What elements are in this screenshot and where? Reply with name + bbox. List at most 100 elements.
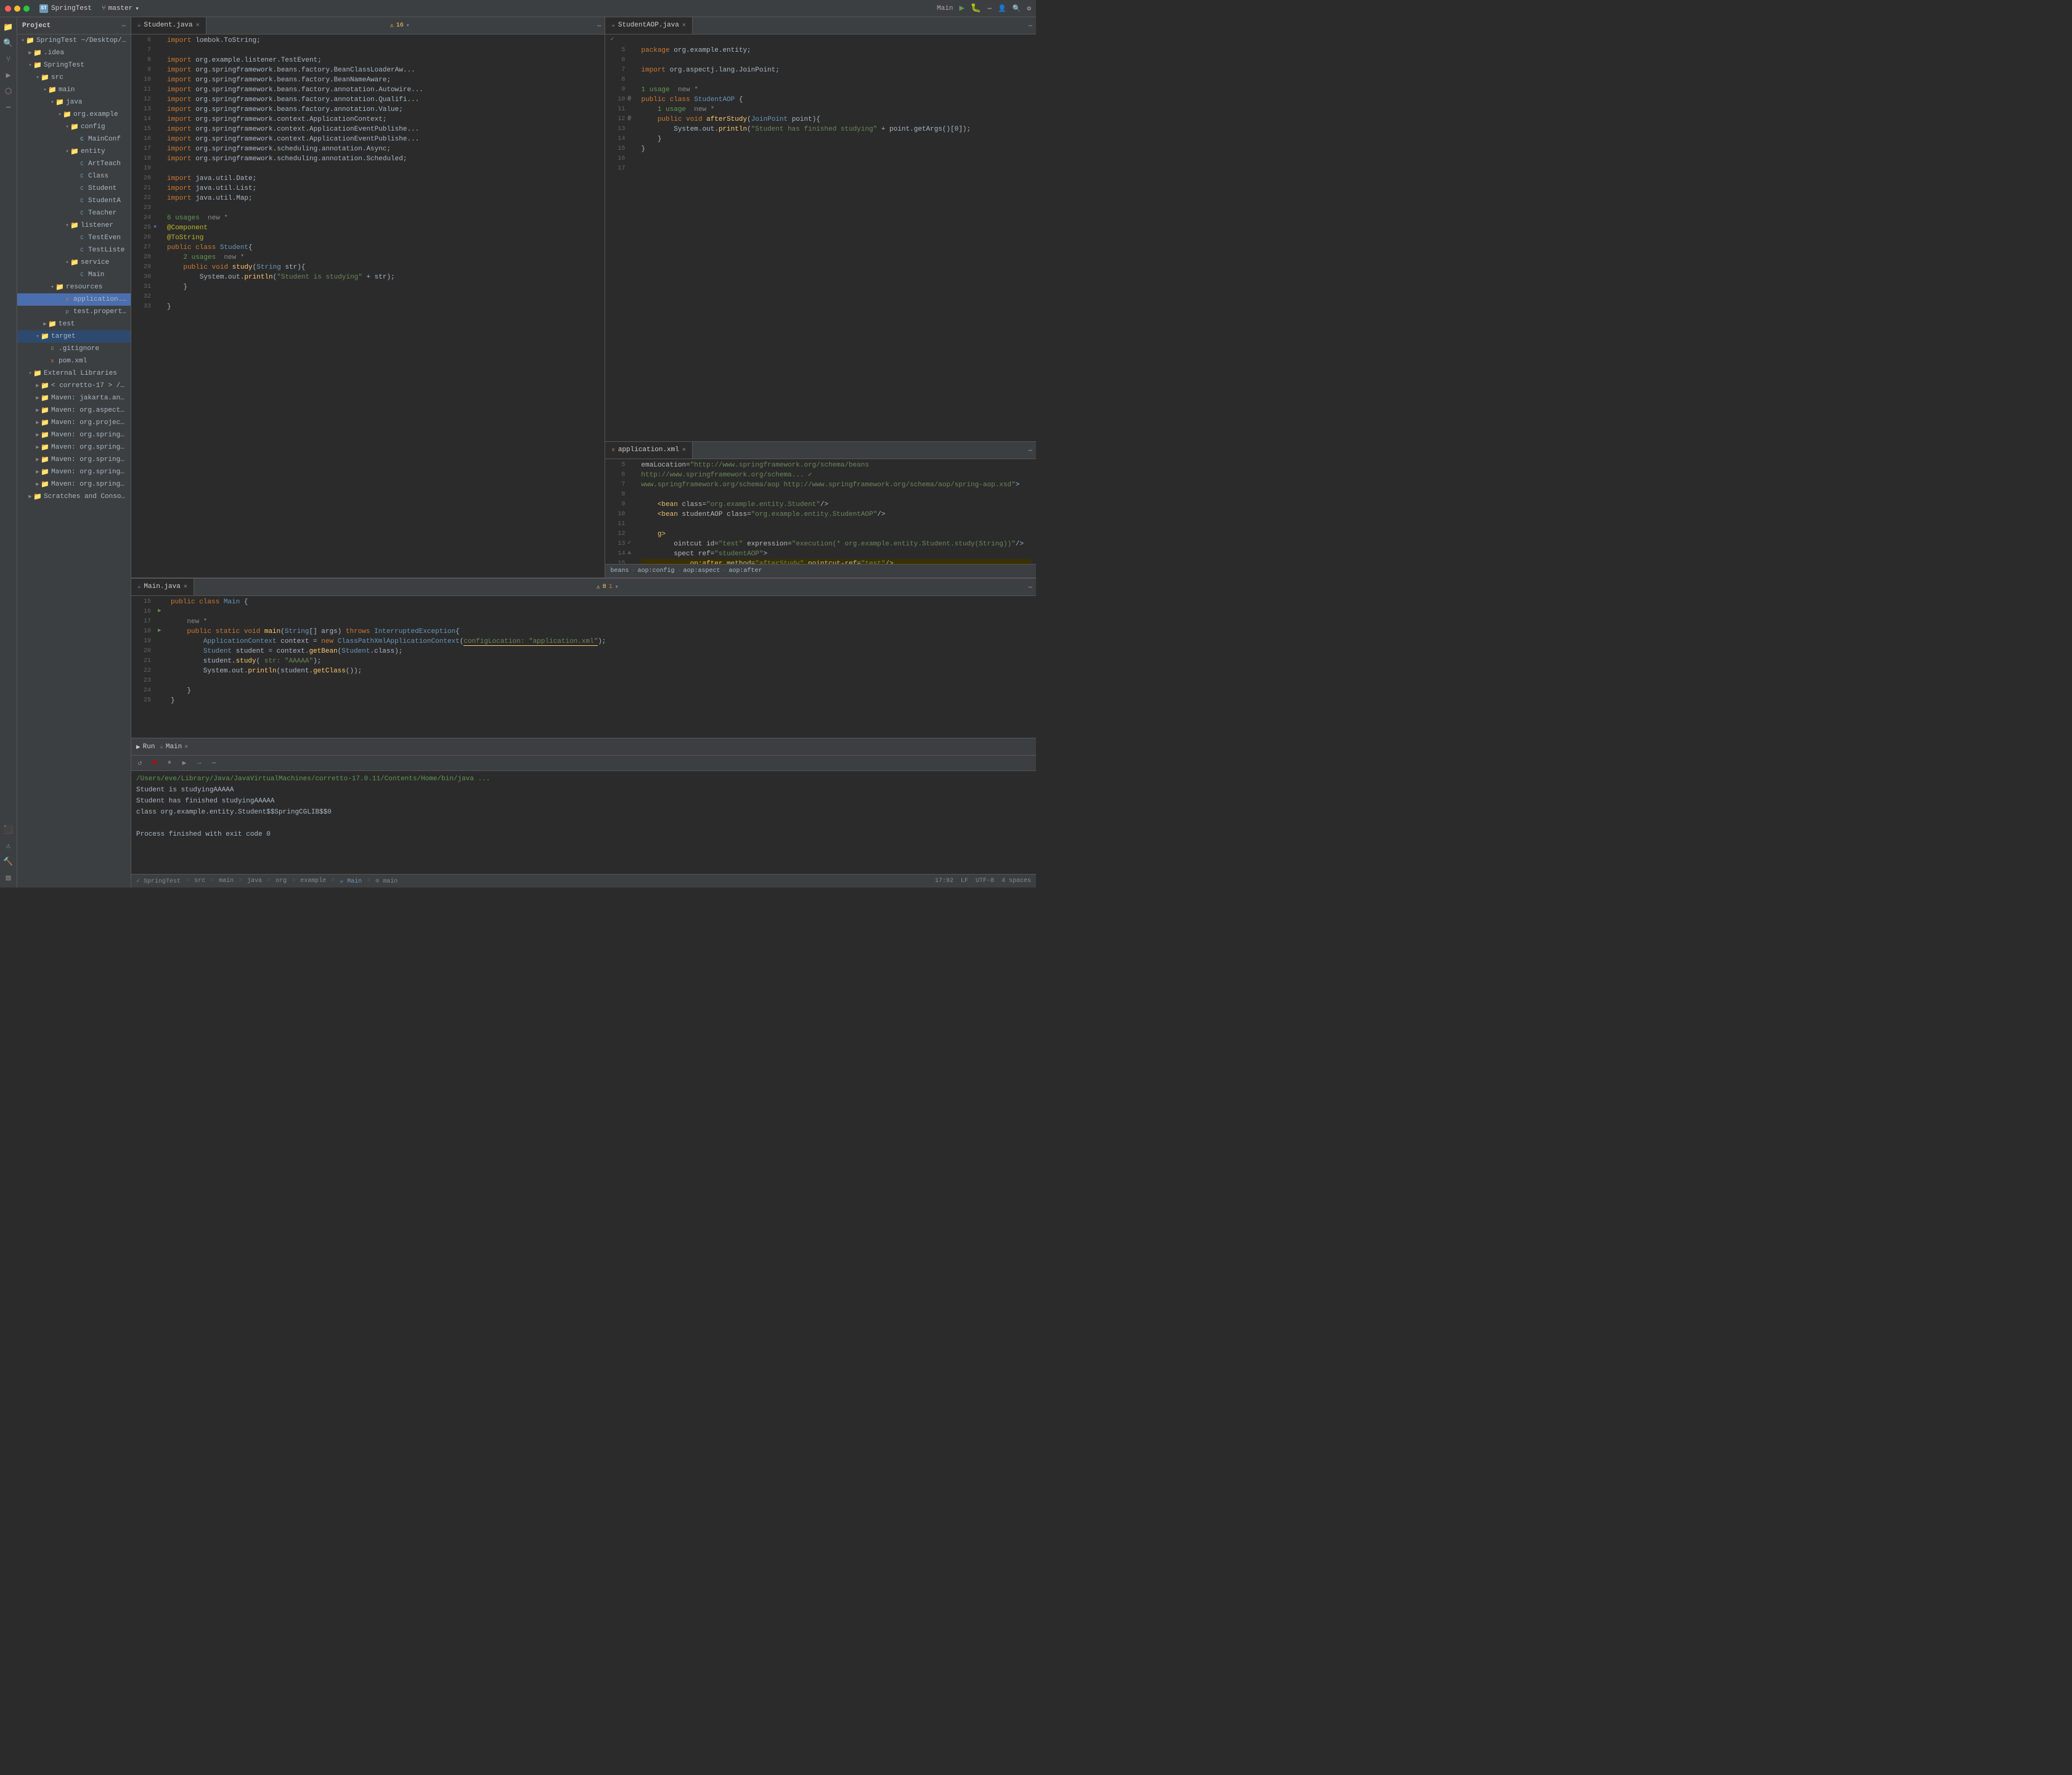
sidebar-item-entity[interactable]: ▾ 📁 entity: [17, 145, 131, 158]
student-aop-editor[interactable]: 56789 1011121314 151617 @ @: [605, 44, 1036, 441]
editor-menu-button[interactable]: ⋯: [1024, 22, 1036, 30]
sidebar-item-corretto[interactable]: ▶ 📁 < corretto-17 > /Users/e: [17, 380, 131, 392]
sidebar-item-test[interactable]: ▶ 📁 test: [17, 318, 131, 330]
breadcrumb-aop-config[interactable]: aop:config: [637, 568, 674, 574]
run-icon[interactable]: ▶: [1, 68, 16, 83]
tab-close-button[interactable]: ✕: [196, 22, 200, 29]
sidebar-item-config[interactable]: ▾ 📁 config: [17, 121, 131, 133]
vcs-icon[interactable]: ⑂: [1, 52, 16, 67]
breadcrumb-class[interactable]: ☕ Main: [340, 878, 362, 885]
sidebar-item-mainconf[interactable]: ▶ C MainConf: [17, 133, 131, 145]
breadcrumb-method[interactable]: ⊙ main: [375, 878, 398, 885]
sidebar-item-teacher[interactable]: ▶ C Teacher: [17, 207, 131, 219]
sidebar-item-testeven[interactable]: ▶ C TestEven: [17, 232, 131, 244]
close-button[interactable]: [5, 6, 11, 12]
main-java-editor[interactable]: 1516171819 202122232425 ▶ ▶ public class…: [131, 596, 1036, 738]
search-icon[interactable]: 🔍: [1013, 4, 1021, 13]
tab-close-button[interactable]: ✕: [682, 446, 686, 454]
sidebar-item-testliste[interactable]: ▶ C TestListe: [17, 244, 131, 256]
breadcrumb-beans[interactable]: beans: [610, 568, 629, 574]
breadcrumb-java[interactable]: java: [247, 878, 262, 884]
pause-button[interactable]: ⏸: [163, 757, 176, 769]
sidebar-item-maven-lombok[interactable]: ▶ 📁 Maven: org.projectlombo: [17, 417, 131, 429]
minimize-button[interactable]: [14, 6, 20, 12]
sidebar-item-gitignore[interactable]: ▶ G .gitignore: [17, 343, 131, 355]
debug-icon[interactable]: ⬡: [1, 84, 16, 99]
breadcrumb-example[interactable]: example: [300, 878, 326, 884]
settings-icon[interactable]: ⚙: [1027, 4, 1031, 13]
sidebar-item-target[interactable]: ▾ 📁 target: [17, 330, 131, 343]
find-icon[interactable]: 🔍: [1, 36, 16, 51]
sidebar-item-external-libraries[interactable]: ▾ 📁 External Libraries: [17, 367, 131, 380]
sidebar-item-java[interactable]: ▾ 📁 java: [17, 96, 131, 108]
sidebar-item-maven-spring5[interactable]: ▶ 📁 Maven: org.springframew: [17, 478, 131, 491]
sidebar-item-scratches[interactable]: ▶ 📁 Scratches and Consoles: [17, 491, 131, 503]
step-over-button[interactable]: →: [193, 757, 205, 769]
breadcrumb-aop-aspect[interactable]: aop:aspect: [683, 568, 720, 574]
tab-close-button[interactable]: ✕: [682, 22, 686, 29]
sidebar-item-src[interactable]: ▾ 📁 src: [17, 71, 131, 84]
resume-button[interactable]: ▶: [178, 757, 190, 769]
sidebar-item-application-xml[interactable]: ▶ x application.xml: [17, 293, 131, 306]
more-tools-icon[interactable]: ⋯: [1, 100, 16, 115]
sidebar-item-test-properties[interactable]: ▶ p test.properties: [17, 306, 131, 318]
restart-button[interactable]: ↺: [134, 757, 146, 769]
maximize-button[interactable]: [23, 6, 30, 12]
breadcrumb-main[interactable]: main: [219, 878, 234, 884]
student-aop-code[interactable]: package org.example.entity; import org.a…: [636, 44, 1036, 441]
project-icon[interactable]: 📁: [1, 20, 16, 35]
more-button[interactable]: ⋯: [208, 757, 220, 769]
debug-button[interactable]: 🐛: [971, 3, 981, 14]
sidebar-item-service-main[interactable]: ▶ C Main: [17, 269, 131, 281]
tab-application-xml[interactable]: x application.xml ✕: [605, 442, 692, 459]
expand-warnings-icon[interactable]: ▾: [406, 22, 410, 30]
build-icon[interactable]: 🔨: [1, 854, 16, 869]
sidebar-item-maven-aspectj[interactable]: ▶ 📁 Maven: org.aspectj:aspe: [17, 404, 131, 417]
tab-close-button[interactable]: ✕: [184, 743, 188, 751]
bottom-panel-icon[interactable]: ▤: [1, 870, 16, 885]
breadcrumb-aop-after[interactable]: aop:after: [729, 568, 762, 574]
sidebar-menu-icon[interactable]: ⋯: [121, 22, 126, 30]
editor-menu-button[interactable]: ⋯: [593, 22, 605, 30]
sidebar-item-maven-jakarta[interactable]: ▶ 📁 Maven: jakarta.annotatio: [17, 392, 131, 404]
more-button[interactable]: ⋯: [987, 4, 992, 13]
tab-student-java[interactable]: ☕ Student.java ✕: [131, 17, 206, 35]
breadcrumb-org[interactable]: org: [275, 878, 287, 884]
main-java-code[interactable]: public class Main { new * public static …: [166, 596, 1036, 738]
run-config-tab[interactable]: ☕ Main ✕: [160, 743, 188, 751]
run-button[interactable]: ▶: [959, 3, 964, 14]
tab-main-java[interactable]: ☕ Main.java ✕: [131, 579, 194, 596]
sidebar-item-org-example[interactable]: ▾ 📁 org.example: [17, 108, 131, 121]
account-icon[interactable]: 👤: [998, 4, 1006, 13]
sidebar-item-studentaop[interactable]: ▶ C StudentA: [17, 195, 131, 207]
expand-icon[interactable]: ▾: [615, 584, 619, 591]
sidebar-item-resources[interactable]: ▾ 📁 resources: [17, 281, 131, 293]
run-tab-label[interactable]: ▶ Run: [136, 743, 155, 751]
sidebar-item-maven-spring3[interactable]: ▶ 📁 Maven: org.springframew: [17, 454, 131, 466]
sidebar-item-maven-spring1[interactable]: ▶ 📁 Maven: org.springframew: [17, 429, 131, 441]
sidebar-item-listener[interactable]: ▾ 📁 listener: [17, 219, 131, 232]
sidebar-item-class[interactable]: ▶ C Class: [17, 170, 131, 182]
sidebar-tree[interactable]: ▾ 📁 SpringTest ~/Desktop/CS/... ▶ 📁 .ide…: [17, 35, 131, 888]
sidebar-item-maven-spring4[interactable]: ▶ 📁 Maven: org.springframew: [17, 466, 131, 478]
sidebar-item-maven-spring2[interactable]: ▶ 📁 Maven: org.springframew: [17, 441, 131, 454]
problems-icon[interactable]: ⚠: [1, 838, 16, 853]
tab-student-aop[interactable]: ☕ StudentAOP.java ✕: [605, 17, 692, 35]
student-java-code[interactable]: import lombok.ToString; import org.examp…: [162, 35, 605, 577]
student-java-editor[interactable]: 678910 1112131415 1617181920 2122232425 …: [131, 35, 605, 577]
sidebar-item-student[interactable]: ▶ C Student: [17, 182, 131, 195]
sidebar-item-service[interactable]: ▾ 📁 service: [17, 256, 131, 269]
sidebar-item-artteach[interactable]: ▶ C ArtTeach: [17, 158, 131, 170]
breadcrumb-src[interactable]: src: [194, 878, 205, 884]
terminal-icon[interactable]: ⬛: [1, 822, 16, 837]
sidebar-item-idea[interactable]: ▶ 📁 .idea: [17, 47, 131, 59]
sidebar-item-main[interactable]: ▾ 📁 main: [17, 84, 131, 96]
sidebar-item-pom-xml[interactable]: ▶ x pom.xml: [17, 355, 131, 367]
application-xml-code[interactable]: emaLocation="http://www.springframework.…: [636, 459, 1036, 564]
editor-menu-button[interactable]: ⋯: [1024, 446, 1036, 455]
branch-selector[interactable]: ⑂ master ▾: [102, 4, 139, 13]
sidebar-item-springtest-root[interactable]: ▾ 📁 SpringTest ~/Desktop/CS/...: [17, 35, 131, 47]
sidebar-item-springtest[interactable]: ▾ 📁 SpringTest: [17, 59, 131, 71]
stop-button[interactable]: ■: [149, 757, 161, 769]
tab-close-button[interactable]: ✕: [184, 583, 187, 590]
